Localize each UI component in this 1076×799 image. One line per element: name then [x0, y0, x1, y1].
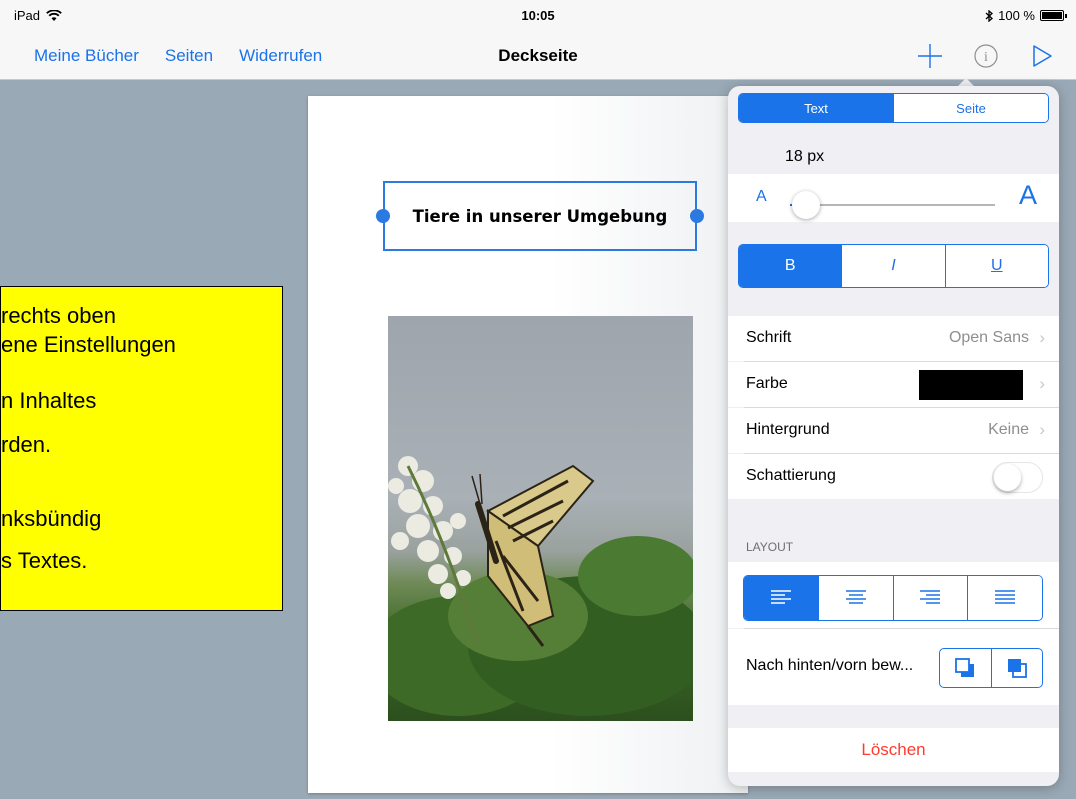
color-swatch [919, 370, 1023, 400]
arrange-buttons [939, 648, 1043, 688]
callout-line: s Textes. [1, 548, 88, 573]
instruction-callout: rechts oben ene Einstellungen n Inhaltes… [0, 286, 283, 611]
chevron-right-icon: › [1039, 420, 1045, 439]
selected-text-box[interactable]: Tiere in unserer Umgebung [376, 181, 704, 251]
text-style-buttons: B I U [738, 244, 1049, 288]
font-size-slider-row: A A [728, 174, 1059, 222]
callout-line: nksbündig [1, 506, 102, 531]
butterfly-photo[interactable] [388, 316, 693, 721]
bold-button[interactable]: B [739, 245, 843, 287]
align-center-icon[interactable] [818, 576, 894, 620]
toggle-knob [994, 464, 1021, 491]
plus-icon[interactable] [916, 41, 944, 71]
status-bar: iPad 10:05 100 % [0, 0, 1076, 32]
status-right: 100 % [985, 8, 1067, 23]
status-time: 10:05 [521, 8, 555, 23]
cover-title-text[interactable]: Tiere in unserer Umgebung [413, 207, 668, 226]
underline-button[interactable]: U [945, 245, 1048, 287]
info-icon[interactable]: i [972, 41, 1000, 71]
slider-track[interactable] [790, 204, 995, 206]
play-icon[interactable] [1028, 41, 1056, 71]
battery-icon [1040, 10, 1067, 21]
color-row-label: Farbe [746, 375, 788, 392]
arrange-row: Nach hinten/vorn bew... [728, 629, 1059, 705]
shadow-row-label: Schattierung [746, 467, 836, 484]
resize-handle-left[interactable] [376, 209, 390, 223]
bluetooth-icon [985, 9, 994, 22]
font-size-label: 18 px [785, 148, 825, 165]
format-popover: Text Seite 18 px A A B I U Schrift Open … [728, 86, 1059, 786]
background-row-value: Keine [988, 421, 1029, 438]
align-justify-icon[interactable] [968, 576, 1042, 620]
align-left-icon[interactable] [744, 576, 819, 620]
page-title: Deckseite [498, 46, 578, 65]
navigation-bar: Meine Bücher Seiten Widerrufen Deckseite… [0, 32, 1076, 80]
battery-percent: 100 % [998, 8, 1035, 23]
font-row-value: Open Sans [948, 329, 1029, 346]
slider-small-a: A [756, 188, 767, 205]
shadow-row: Schattierung [728, 454, 1059, 499]
chevron-right-icon: › [1039, 374, 1045, 393]
alignment-buttons [743, 575, 1043, 621]
tab-text[interactable]: Text [739, 94, 894, 122]
tab-page[interactable]: Seite [894, 94, 1048, 122]
font-row[interactable]: Schrift Open Sans › [728, 316, 1059, 361]
book-page[interactable]: Tiere in unserer Umgebung [308, 96, 748, 793]
slider-large-a: A [1018, 180, 1037, 210]
arrange-label: Nach hinten/vorn bew... [746, 657, 914, 674]
align-right-icon[interactable] [893, 576, 969, 620]
callout-line: ene Einstellungen [1, 332, 176, 357]
font-row-label: Schrift [746, 329, 792, 346]
text-page-tabs: Text Seite [738, 93, 1049, 123]
callout-line: rechts oben [1, 303, 116, 328]
butterfly-illustration [388, 456, 693, 716]
nav-right-buttons: i [916, 41, 1056, 71]
callout-line: rden. [1, 432, 52, 457]
color-row[interactable]: Farbe › [728, 362, 1059, 407]
slider-thumb[interactable] [792, 191, 821, 219]
delete-button[interactable]: Löschen [728, 728, 1059, 772]
callout-line: n Inhaltes [1, 388, 97, 413]
shadow-toggle[interactable] [992, 462, 1043, 493]
italic-button[interactable]: I [842, 245, 946, 287]
background-row[interactable]: Hintergrund Keine › [728, 408, 1059, 453]
bring-forward-icon[interactable] [992, 649, 1043, 687]
chevron-right-icon: › [1039, 328, 1045, 347]
background-row-label: Hintergrund [746, 421, 830, 438]
svg-text:i: i [984, 50, 988, 65]
send-backward-icon[interactable] [940, 649, 992, 687]
layout-section-header: LAYOUT [746, 540, 794, 554]
resize-handle-right[interactable] [690, 209, 704, 223]
